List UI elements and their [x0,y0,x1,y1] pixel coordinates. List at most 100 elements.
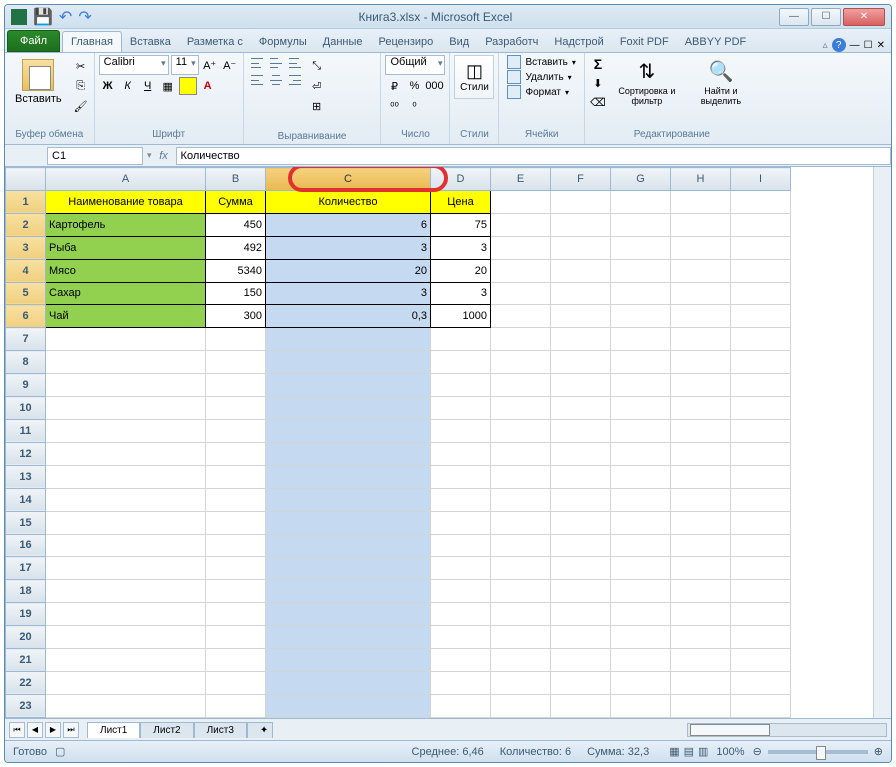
cell-E4[interactable] [491,259,551,282]
cell-B14[interactable] [206,488,266,511]
maximize-button[interactable]: ☐ [811,8,841,26]
cell-C2[interactable]: 6 [266,213,431,236]
tab-layout[interactable]: Разметка с [179,32,251,52]
column-header-G[interactable]: G [611,168,671,191]
cell-H8[interactable] [671,351,731,374]
bold-button[interactable]: Ж [99,77,117,95]
cell-B22[interactable] [206,671,266,694]
cell-E3[interactable] [491,236,551,259]
row-header-20[interactable]: 20 [6,626,46,649]
cell-F8[interactable] [551,351,611,374]
copy-icon[interactable]: ⎘ [72,77,90,95]
cell-E19[interactable] [491,603,551,626]
font-size-combo[interactable]: 11 [171,55,199,75]
cell-F13[interactable] [551,465,611,488]
sheet-tab-3[interactable]: Лист3 [194,722,247,738]
cell-H11[interactable] [671,419,731,442]
row-header-13[interactable]: 13 [6,465,46,488]
cell-A12[interactable] [46,442,206,465]
row-header-11[interactable]: 11 [6,419,46,442]
tab-developer[interactable]: Разработч [477,32,546,52]
cell-F19[interactable] [551,603,611,626]
cell-B19[interactable] [206,603,266,626]
tab-data[interactable]: Данные [315,32,371,52]
border-button[interactable]: ▦ [159,77,177,95]
cell-D14[interactable] [431,488,491,511]
format-painter-icon[interactable]: 🖌 [72,97,90,115]
cell-G17[interactable] [611,557,671,580]
formula-input[interactable]: Количество [176,147,891,165]
cell-D19[interactable] [431,603,491,626]
cell-D17[interactable] [431,557,491,580]
cell-G3[interactable] [611,236,671,259]
cell-B9[interactable] [206,374,266,397]
cell-D3[interactable]: 3 [431,236,491,259]
clear-icon[interactable]: ⌫ [589,93,607,111]
undo-icon[interactable]: ↶ [59,7,72,27]
cell-D9[interactable] [431,374,491,397]
cell-I19[interactable] [731,603,791,626]
workbook-restore-icon[interactable]: ☐ [864,40,873,51]
font-name-combo[interactable]: Calibri [99,55,169,75]
cell-B3[interactable]: 492 [206,236,266,259]
cell-D13[interactable] [431,465,491,488]
cell-G21[interactable] [611,649,671,672]
column-header-A[interactable]: A [46,168,206,191]
cell-H21[interactable] [671,649,731,672]
cell-H12[interactable] [671,442,731,465]
sort-filter-button[interactable]: ⇅ Сортировка и фильтр [611,55,683,110]
cell-I14[interactable] [731,488,791,511]
cell-D4[interactable]: 20 [431,259,491,282]
cell-I12[interactable] [731,442,791,465]
inc-decimal-icon[interactable]: ⁰⁰ [385,97,403,115]
cell-G19[interactable] [611,603,671,626]
cell-A5[interactable]: Сахар [46,282,206,305]
dec-decimal-icon[interactable]: ⁰ [405,97,423,115]
cell-I6[interactable] [731,305,791,328]
cell-C14[interactable] [266,488,431,511]
cell-D20[interactable] [431,626,491,649]
column-header-I[interactable]: I [731,168,791,191]
cell-H20[interactable] [671,626,731,649]
cell-I5[interactable] [731,282,791,305]
column-header-F[interactable]: F [551,168,611,191]
orientation-icon[interactable]: ⤡ [308,57,326,75]
row-header-19[interactable]: 19 [6,603,46,626]
workbook-close-icon[interactable]: ✕ [877,40,885,51]
cell-H22[interactable] [671,671,731,694]
cell-A15[interactable] [46,511,206,534]
cell-B7[interactable] [206,328,266,351]
cell-D10[interactable] [431,397,491,420]
cell-E12[interactable] [491,442,551,465]
cell-H7[interactable] [671,328,731,351]
tab-view[interactable]: Вид [441,32,477,52]
tab-insert[interactable]: Вставка [122,32,179,52]
cell-D22[interactable] [431,671,491,694]
column-header-B[interactable]: B [206,168,266,191]
percent-icon[interactable]: % [405,77,423,95]
tab-abbyy[interactable]: ABBYY PDF [677,32,755,52]
cell-B4[interactable]: 5340 [206,259,266,282]
align-right-icon[interactable] [286,72,304,88]
new-sheet-button[interactable]: ✦ [247,722,273,738]
cell-B21[interactable] [206,649,266,672]
cell-A22[interactable] [46,671,206,694]
cell-F12[interactable] [551,442,611,465]
view-pagebreak-icon[interactable]: ▥ [698,745,708,758]
cell-G2[interactable] [611,213,671,236]
row-header-23[interactable]: 23 [6,694,46,717]
row-header-3[interactable]: 3 [6,236,46,259]
cell-C23[interactable] [266,694,431,717]
cell-A20[interactable] [46,626,206,649]
cell-F1[interactable] [551,190,611,213]
cell-H19[interactable] [671,603,731,626]
row-header-22[interactable]: 22 [6,671,46,694]
cell-C15[interactable] [266,511,431,534]
cell-C6[interactable]: 0,3 [266,305,431,328]
cell-E18[interactable] [491,580,551,603]
cell-F17[interactable] [551,557,611,580]
cell-G14[interactable] [611,488,671,511]
cell-G4[interactable] [611,259,671,282]
cell-B13[interactable] [206,465,266,488]
cell-A4[interactable]: Мясо [46,259,206,282]
